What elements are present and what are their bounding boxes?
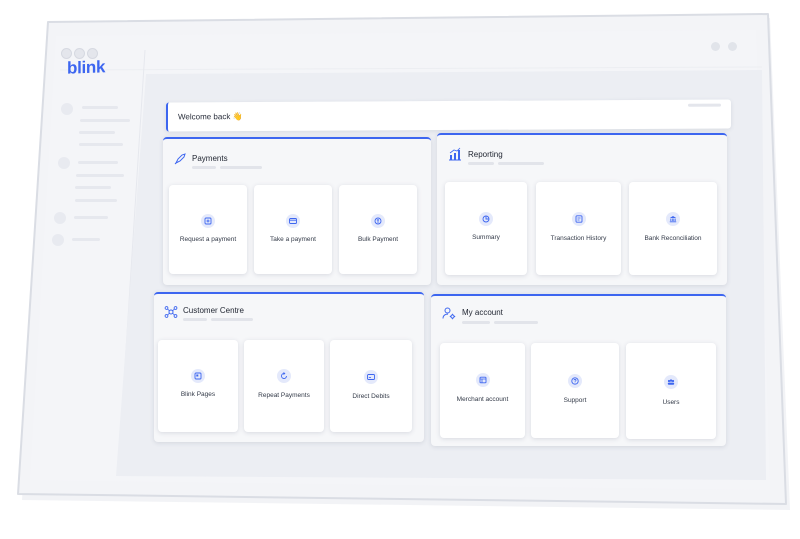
welcome-text: Welcome back 👋 <box>178 112 243 122</box>
card-label: Users <box>662 399 680 406</box>
customer-centre-panel: Customer Centre Blink Pages Repeat Payme… <box>154 292 424 442</box>
sidebar-item-placeholder[interactable] <box>72 238 100 241</box>
welcome-banner: Welcome back 👋 <box>166 99 731 132</box>
panel-subtitle-placeholder <box>498 162 544 165</box>
card-label: Summary <box>472 234 500 241</box>
page-icon <box>191 369 205 383</box>
card-label: Request a payment <box>179 236 237 243</box>
card-label: Transaction History <box>550 235 607 242</box>
repeat-payments-card[interactable]: Repeat Payments <box>244 340 324 432</box>
sidebar-item-placeholder[interactable] <box>78 161 118 164</box>
panel-subtitle-placeholder <box>192 166 216 169</box>
chart-icon <box>448 147 462 161</box>
direct-debits-card[interactable]: Direct Debits <box>330 340 412 432</box>
card-label: Merchant account <box>456 396 509 403</box>
card-label: Bank Reconciliation <box>644 235 702 242</box>
sidebar-item-placeholder[interactable] <box>82 106 118 109</box>
panel-title: Reporting <box>468 150 503 159</box>
request-payment-card[interactable]: Request a payment <box>169 185 247 274</box>
payments-panel: Payments Request a payment Take a paymen… <box>163 137 431 285</box>
sidebar-item-placeholder[interactable] <box>79 131 115 134</box>
window-control-dot[interactable] <box>728 42 737 51</box>
sidebar-item-placeholder[interactable] <box>74 216 108 219</box>
rocket-icon <box>173 152 187 166</box>
reporting-panel: Reporting Summary Transaction History Ba… <box>437 133 727 285</box>
sidebar-item-icon[interactable] <box>52 234 64 246</box>
blink-pages-card[interactable]: Blink Pages <box>158 340 238 432</box>
panel-subtitle-placeholder <box>494 321 538 324</box>
card-label: Support <box>563 397 587 404</box>
card-label: Bulk Payment <box>357 236 399 243</box>
merchant-account-card[interactable]: Merchant account <box>440 343 525 438</box>
sidebar-item-placeholder[interactable] <box>75 199 117 202</box>
pie-chart-icon <box>479 212 493 226</box>
window-close-dot[interactable] <box>61 48 72 59</box>
history-icon <box>571 212 586 226</box>
take-payment-card[interactable]: Take a payment <box>254 185 332 274</box>
panel-subtitle-placeholder <box>183 318 207 321</box>
card-label: Take a payment <box>270 236 316 243</box>
card-label: Repeat Payments <box>258 392 310 399</box>
network-icon <box>164 305 178 319</box>
panel-title: Customer Centre <box>183 306 244 315</box>
bulk-payment-icon <box>371 214 385 228</box>
bank-icon <box>666 212 680 226</box>
card-label: Blink Pages <box>180 391 216 398</box>
panel-subtitle-placeholder <box>211 318 253 321</box>
my-account-panel: My account Merchant account Support User… <box>431 294 726 446</box>
panel-subtitle-placeholder <box>462 321 490 324</box>
bulk-payment-card[interactable]: Bulk Payment <box>339 185 417 274</box>
sidebar-item-placeholder[interactable] <box>79 143 123 146</box>
bank-reconciliation-card[interactable]: Bank Reconciliation <box>629 182 717 275</box>
user-settings-icon <box>442 306 456 320</box>
help-icon <box>568 374 582 388</box>
card-label: Direct Debits <box>352 393 390 400</box>
transaction-history-card[interactable]: Transaction History <box>536 182 621 275</box>
users-icon <box>664 375 678 389</box>
sidebar-item-icon[interactable] <box>61 103 73 115</box>
card-icon <box>286 214 300 228</box>
panel-title: My account <box>462 308 503 317</box>
merchant-icon <box>475 373 490 387</box>
repeat-icon <box>277 369 291 383</box>
request-payment-icon <box>201 214 215 228</box>
users-card[interactable]: Users <box>626 343 716 439</box>
panel-subtitle-placeholder <box>220 166 262 169</box>
sidebar-item-icon[interactable] <box>54 212 66 224</box>
sidebar-item-placeholder[interactable] <box>76 174 124 177</box>
summary-card[interactable]: Summary <box>445 182 527 275</box>
panel-subtitle-placeholder <box>468 162 494 165</box>
sidebar-item-placeholder[interactable] <box>75 186 111 189</box>
sidebar-item-icon[interactable] <box>58 157 70 169</box>
support-card[interactable]: Support <box>531 343 619 438</box>
window-control-dot[interactable] <box>711 42 720 51</box>
direct-debit-icon <box>364 370 378 384</box>
panel-title: Payments <box>192 154 228 163</box>
banner-placeholder <box>688 103 721 107</box>
blink-logo[interactable]: blink <box>67 57 105 78</box>
sidebar-item-placeholder[interactable] <box>80 119 130 122</box>
